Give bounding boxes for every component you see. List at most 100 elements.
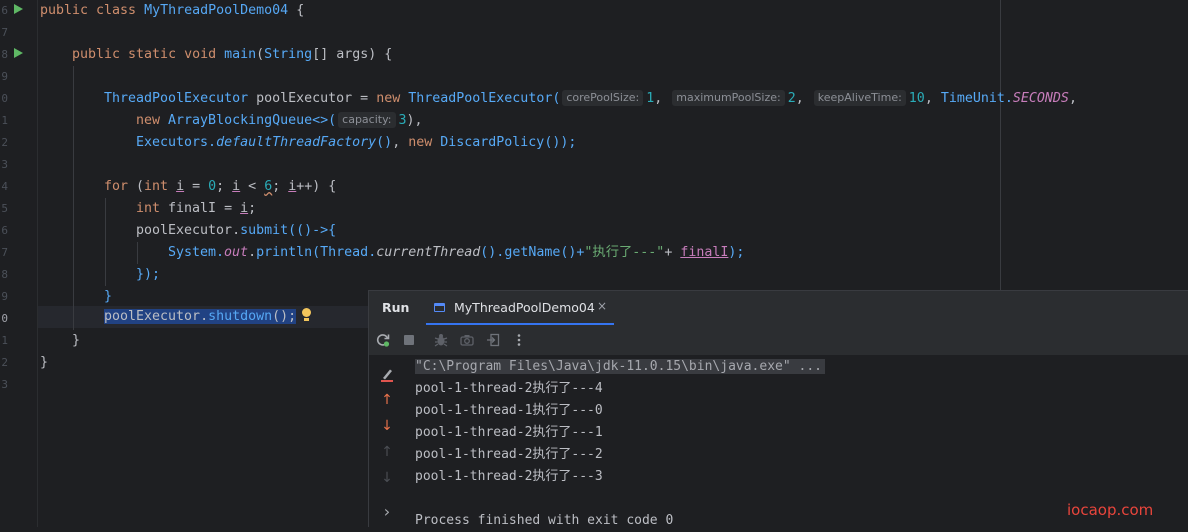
line-number: 3 bbox=[1, 158, 8, 171]
run-tool-window[interactable]: Run MyThreadPoolDemo04 × ↑ ↓ ↑ ↓ › "C:\P… bbox=[368, 290, 1188, 528]
code-text: ++) { bbox=[296, 179, 337, 194]
constructor-call: ArrayBlockingQueue<>( bbox=[168, 113, 337, 128]
code-text: , bbox=[1068, 91, 1077, 106]
code-line[interactable]: public class MyThreadPoolDemo04 { bbox=[40, 0, 304, 22]
code-text: , bbox=[924, 91, 941, 106]
constant: SECONDS bbox=[1012, 91, 1069, 106]
line-number: 1 bbox=[1, 334, 8, 347]
indent-guide bbox=[105, 198, 106, 286]
code-line-current[interactable]: poolExecutor.shutdown(); bbox=[104, 306, 297, 328]
code-line[interactable]: poolExecutor.submit(()->{ bbox=[136, 220, 336, 242]
console-output-line: pool-1-thread-2执行了---2 bbox=[415, 447, 603, 462]
code-line[interactable]: public static void main(String[] args) { bbox=[72, 44, 392, 66]
code-line[interactable]: int finalI = i; bbox=[136, 198, 256, 220]
code-line[interactable]: System.out.println(Thread.currentThread(… bbox=[168, 242, 744, 264]
run-main-icon[interactable] bbox=[14, 48, 23, 58]
type-name: Thread. bbox=[320, 245, 377, 260]
type-name: ThreadPoolExecutor bbox=[104, 91, 249, 106]
line-number: 6 bbox=[1, 4, 8, 17]
class-name: MyThreadPoolDemo04 bbox=[144, 3, 289, 18]
debug-icon[interactable] bbox=[433, 332, 449, 348]
arrow-up-icon[interactable]: ↑ bbox=[378, 391, 396, 409]
string-literal: "执行了---" bbox=[584, 245, 665, 260]
lightbulb-icon[interactable] bbox=[302, 308, 312, 321]
code-line[interactable]: } bbox=[40, 352, 48, 374]
code-text: [] args) { bbox=[312, 47, 393, 62]
code-line[interactable]: }); bbox=[136, 264, 160, 286]
code-text: , bbox=[392, 135, 409, 150]
keyword: new bbox=[136, 113, 169, 128]
run-panel-title: Run bbox=[382, 300, 410, 315]
console-tab-icon bbox=[434, 303, 445, 312]
line-number: 5 bbox=[1, 202, 8, 215]
camera-icon[interactable] bbox=[459, 332, 475, 348]
run-toolbar bbox=[369, 325, 1188, 355]
code-text: poolExecutor. bbox=[104, 309, 209, 324]
line-number: 0 bbox=[1, 92, 8, 105]
code-line[interactable]: ThreadPoolExecutor poolExecutor = new Th… bbox=[104, 88, 1077, 110]
rerun-icon[interactable] bbox=[375, 332, 391, 348]
code-text: ; bbox=[216, 179, 233, 194]
constructor-call: ThreadPoolExecutor( bbox=[408, 91, 561, 106]
scroll-down-icon[interactable]: ↓ bbox=[378, 469, 396, 487]
type-name: TimeUnit. bbox=[940, 91, 1013, 106]
exit-icon[interactable] bbox=[485, 332, 501, 348]
code-text: ( bbox=[136, 179, 145, 194]
code-line[interactable]: } bbox=[104, 286, 112, 308]
code-text: , bbox=[654, 91, 671, 106]
console-output-line: pool-1-thread-2执行了---4 bbox=[415, 381, 603, 396]
parameter-hint: maximumPoolSize: bbox=[672, 90, 785, 106]
code-text: ; bbox=[272, 179, 289, 194]
method-name: defaultThreadFactory bbox=[216, 135, 377, 150]
code-text: = bbox=[184, 179, 209, 194]
variable: i bbox=[240, 201, 249, 216]
number-literal: 2 bbox=[787, 91, 796, 106]
tab-label: MyThreadPoolDemo04 bbox=[454, 300, 595, 315]
code-line[interactable]: Executors.defaultThreadFactory(), new Di… bbox=[136, 132, 576, 154]
code-text: + bbox=[664, 245, 681, 260]
keyword: int bbox=[144, 179, 177, 194]
code-text: poolExecutor. bbox=[136, 223, 241, 238]
code-text: (). bbox=[480, 245, 505, 260]
code-text: poolExecutor = bbox=[248, 91, 377, 106]
number-literal: 3 bbox=[398, 113, 407, 128]
code-line[interactable]: new ArrayBlockingQueue<>(capacity: 3), bbox=[136, 110, 423, 132]
chevron-right-icon[interactable]: › bbox=[378, 503, 396, 521]
type-name: System. bbox=[168, 245, 225, 260]
clear-all-icon[interactable] bbox=[378, 367, 396, 385]
code-line[interactable]: for (int i = 0; i < 6; i++) { bbox=[104, 176, 336, 198]
close-icon[interactable]: × bbox=[597, 299, 607, 313]
console-output-line: pool-1-thread-1执行了---0 bbox=[415, 403, 603, 418]
indent-guide bbox=[73, 66, 74, 330]
code-text: , bbox=[795, 91, 812, 106]
method-name: shutdown bbox=[208, 309, 273, 324]
tab-mythreadpooldemo04[interactable]: MyThreadPoolDemo04 × bbox=[426, 291, 614, 325]
console-output-line: pool-1-thread-2执行了---1 bbox=[415, 425, 603, 440]
code-text: . bbox=[248, 245, 257, 260]
scroll-up-icon[interactable]: ↑ bbox=[378, 443, 396, 461]
code-line[interactable]: } bbox=[72, 330, 80, 352]
parameter-hint: keepAliveTime: bbox=[813, 90, 906, 106]
console-output-line: pool-1-thread-2执行了---3 bbox=[415, 469, 603, 484]
line-number: 3 bbox=[1, 378, 8, 391]
keyword: public static void bbox=[72, 47, 225, 62]
type-name: Executors. bbox=[136, 135, 217, 150]
console-exit-line: Process finished with exit code 0 bbox=[415, 513, 674, 528]
stop-icon[interactable] bbox=[401, 332, 417, 348]
line-gutter[interactable]: 6 7 8 9 0 1 2 3 4 5 6 7 8 9 0 1 2 3 bbox=[0, 0, 38, 527]
code-text: ()); bbox=[544, 135, 577, 150]
code-text: (()->{ bbox=[288, 223, 337, 238]
keyword: new bbox=[376, 91, 409, 106]
selection[interactable]: poolExecutor.shutdown(); bbox=[104, 309, 297, 324]
run-class-icon[interactable] bbox=[14, 4, 23, 14]
console-side-toolbar: ↑ ↓ ↑ ↓ › bbox=[369, 355, 405, 528]
more-options-icon[interactable] bbox=[511, 332, 527, 348]
line-number: 9 bbox=[1, 70, 8, 83]
line-number: 1 bbox=[1, 114, 8, 127]
line-number: 6 bbox=[1, 224, 8, 237]
arrow-down-icon[interactable]: ↓ bbox=[378, 417, 396, 435]
code-text: () bbox=[376, 135, 393, 150]
code-text: ), bbox=[406, 113, 423, 128]
code-text: < bbox=[240, 179, 265, 194]
method-name: currentThread bbox=[376, 245, 481, 260]
